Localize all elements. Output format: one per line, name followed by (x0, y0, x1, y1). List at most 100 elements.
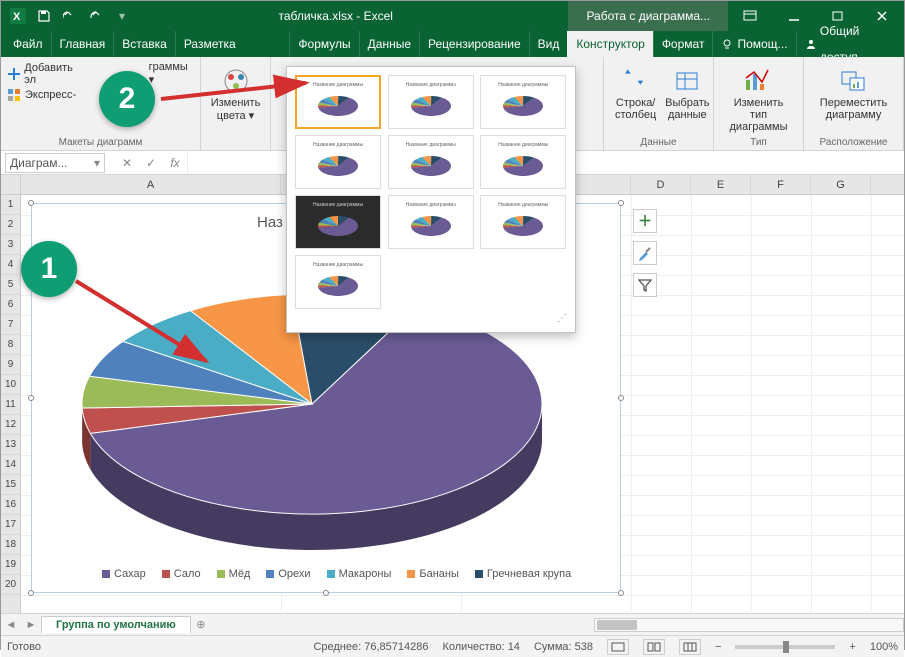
zoom-out-button[interactable]: − (715, 641, 721, 653)
ribbon-display-options-icon[interactable] (728, 1, 772, 31)
annotation-badge-2: 2 (99, 71, 155, 127)
col-header[interactable]: D (631, 175, 691, 194)
row-header[interactable]: 6 (1, 295, 20, 315)
row-header[interactable]: 5 (1, 275, 20, 295)
row-header[interactable]: 20 (1, 575, 20, 595)
sheet-nav-prev[interactable]: ◄ (1, 619, 21, 631)
row-header[interactable]: 9 (1, 355, 20, 375)
row-header[interactable]: 16 (1, 495, 20, 515)
row-header[interactable]: 7 (1, 315, 20, 335)
qat-customize-icon[interactable]: ▾ (111, 5, 133, 27)
save-icon[interactable] (33, 5, 55, 27)
quick-access-toolbar: X ▾ (1, 5, 133, 27)
select-data-button[interactable]: Выбрать данные (661, 61, 713, 125)
row-header[interactable]: 11 (1, 395, 20, 415)
chart-style-thumb[interactable]: Название диаграммы (388, 135, 474, 189)
row-header[interactable]: 1 (1, 195, 20, 215)
fx-icon[interactable]: fx (163, 153, 187, 173)
change-chart-type-button[interactable]: Изменить тип диаграммы (720, 61, 797, 137)
view-normal-button[interactable] (607, 639, 629, 655)
tab-file[interactable]: Файл (1, 31, 51, 57)
cancel-formula-icon[interactable]: ✕ (115, 153, 139, 173)
row-header[interactable]: 14 (1, 455, 20, 475)
zoom-level[interactable]: 100% (870, 641, 898, 653)
chart-style-thumb[interactable]: Название диаграммы (388, 195, 474, 249)
col-header[interactable]: F (751, 175, 811, 194)
legend-item[interactable]: Сахар (102, 568, 146, 580)
chart-style-thumb[interactable]: Название диаграммы (480, 75, 566, 129)
view-page-break-button[interactable] (679, 639, 701, 655)
sheet-tabs-bar: ◄ ► Группа по умолчанию ⊕ (1, 613, 904, 635)
add-chart-element-button[interactable]: Добавить эл (24, 62, 84, 86)
tab-data[interactable]: Данные (359, 31, 419, 57)
row-header[interactable]: 13 (1, 435, 20, 455)
move-chart-label: Переместить диаграмму (820, 97, 887, 121)
tab-chart-design[interactable]: Конструктор (567, 31, 652, 57)
legend-item[interactable]: Орехи (266, 568, 310, 580)
status-mean: Среднее: 76,85714286 (313, 641, 428, 653)
row-header[interactable]: 10 (1, 375, 20, 395)
status-sum: Сумма: 538 (534, 641, 593, 653)
tab-page-layout[interactable]: Разметка страниц (175, 31, 290, 57)
undo-icon[interactable] (59, 5, 81, 27)
row-header[interactable]: 18 (1, 535, 20, 555)
person-icon (805, 38, 816, 50)
chart-styles-gallery[interactable]: Название диаграммыНазвание диаграммыНазв… (286, 66, 576, 333)
tab-chart-format[interactable]: Формат (653, 31, 713, 57)
tab-review[interactable]: Рецензирование (419, 31, 529, 57)
chart-styles-button[interactable] (633, 241, 657, 265)
legend-item[interactable]: Бананы (407, 568, 459, 580)
row-header[interactable]: 2 (1, 215, 20, 235)
sheet-tab-active[interactable]: Группа по умолчанию (41, 616, 191, 633)
view-page-layout-button[interactable] (643, 639, 665, 655)
tab-formulas[interactable]: Формулы (289, 31, 358, 57)
quick-layout-button[interactable]: Экспресс- (25, 89, 76, 101)
legend-item[interactable]: Мёд (217, 568, 251, 580)
switch-row-col-label: Строка/ столбец (615, 97, 656, 121)
tell-me-search[interactable]: Помощ... (712, 31, 795, 57)
chart-style-thumb[interactable]: Название диаграммы (480, 135, 566, 189)
select-data-label: Выбрать данные (665, 97, 709, 121)
row-header[interactable]: 4 (1, 255, 20, 275)
chart-style-thumb[interactable]: Название диаграммы (480, 195, 566, 249)
legend-item[interactable]: Макароны (327, 568, 392, 580)
horizontal-scrollbar[interactable] (594, 618, 904, 632)
minimize-icon[interactable] (772, 1, 816, 31)
row-header[interactable]: 8 (1, 335, 20, 355)
sheet-nav-next[interactable]: ► (21, 619, 41, 631)
legend-item[interactable]: Сало (162, 568, 201, 580)
tell-me-label: Помощ... (737, 31, 787, 57)
move-chart-button[interactable]: Переместить диаграмму (810, 61, 897, 125)
tab-insert[interactable]: Вставка (113, 31, 175, 57)
enter-formula-icon[interactable]: ✓ (139, 153, 163, 173)
chart-elements-button[interactable]: ＋ (633, 209, 657, 233)
tab-view[interactable]: Вид (529, 31, 568, 57)
col-header[interactable]: A (21, 175, 281, 194)
row-header[interactable]: 15 (1, 475, 20, 495)
new-sheet-button[interactable]: ⊕ (191, 618, 211, 631)
chart-filter-button[interactable] (633, 273, 657, 297)
chart-tools-context-label: Работа с диаграмма... (568, 1, 728, 31)
col-header[interactable]: E (691, 175, 751, 194)
col-header[interactable]: G (811, 175, 871, 194)
redo-icon[interactable] (85, 5, 107, 27)
zoom-slider[interactable] (735, 645, 835, 649)
row-header[interactable]: 12 (1, 415, 20, 435)
tab-home[interactable]: Главная (51, 31, 114, 57)
switch-row-column-button[interactable]: Строка/ столбец (610, 61, 661, 125)
legend-item[interactable]: Гречневая крупа (475, 568, 571, 580)
share-button[interactable]: Общий доступ (796, 31, 904, 57)
chart-style-thumb[interactable]: Название диаграммы (295, 135, 381, 189)
chart-layouts-group-label: Макеты диаграмм (7, 137, 194, 150)
row-header[interactable]: 17 (1, 515, 20, 535)
chart-style-thumb[interactable]: Название диаграммы (295, 195, 381, 249)
name-box[interactable]: Диаграм... ▾ (5, 153, 105, 173)
chart-style-thumb[interactable]: Название диаграммы (295, 255, 381, 309)
row-header[interactable]: 3 (1, 235, 20, 255)
chart-legend[interactable]: Сахар Сало Мёд Орехи Макароны Бананы Гречневая… (102, 568, 571, 580)
excel-app-icon[interactable]: X (7, 5, 29, 27)
gallery-resize-handle[interactable]: ⋰ (295, 313, 567, 324)
zoom-in-button[interactable]: + (849, 641, 855, 653)
row-header[interactable]: 19 (1, 555, 20, 575)
chart-style-thumb[interactable]: Название диаграммы (388, 75, 474, 129)
